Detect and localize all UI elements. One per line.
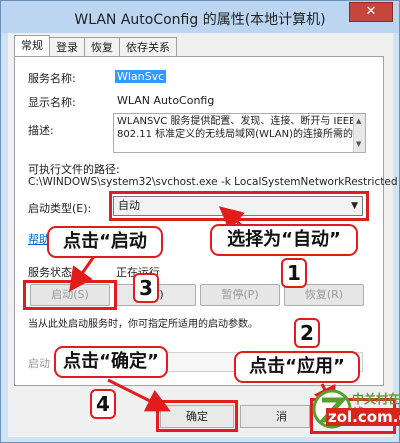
display-name-value: WLAN AutoConfig bbox=[117, 94, 215, 107]
step-number-1: 1 bbox=[281, 258, 307, 288]
start-params-label: 启动 bbox=[28, 357, 50, 370]
tab-dependencies[interactable]: 依存关系 bbox=[119, 37, 177, 57]
startup-type-label: 启动类型(E): bbox=[28, 202, 92, 215]
callout-click-start: 点击“启动 bbox=[47, 226, 163, 258]
exe-path-label: 可执行文件的路径: bbox=[28, 163, 120, 176]
callout-click-ok: 点击“确定” bbox=[54, 346, 168, 378]
ok-button[interactable]: 确定 bbox=[160, 405, 234, 428]
chevron-down-icon[interactable]: ▼ bbox=[351, 197, 358, 215]
callout-select-auto: 选择为“自动” bbox=[210, 224, 358, 256]
description-box[interactable]: WLANSVC 服务提供配置、发现、连接、断开与 IEEE 802.11 标准定… bbox=[113, 113, 366, 153]
title-bar[interactable]: WLAN AutoConfig 的属性(本地计算机) ✕ bbox=[1, 1, 399, 33]
description-label: 描述: bbox=[28, 124, 54, 137]
pause-button[interactable]: 暂停(P) bbox=[200, 284, 280, 306]
tab-recovery[interactable]: 恢复 bbox=[84, 37, 120, 57]
start-button[interactable]: 启动(S) bbox=[30, 284, 110, 306]
scroll-down-icon[interactable]: ▼ bbox=[356, 138, 361, 151]
step-number-4: 4 bbox=[90, 389, 116, 419]
description-scrollbar[interactable]: ▲ ▼ bbox=[353, 114, 365, 152]
tab-general[interactable]: 常规 bbox=[14, 35, 50, 57]
step-number-3: 3 bbox=[133, 273, 159, 303]
startup-type-select[interactable]: 自动 ▼ bbox=[113, 196, 363, 216]
service-status-label: 服务状态: bbox=[28, 266, 76, 279]
cancel-button[interactable]: 消 bbox=[240, 405, 310, 428]
service-name-label: 服务名称: bbox=[28, 72, 76, 85]
exe-path-value: C:\WINDOWS\system32\svchost.exe -k Local… bbox=[28, 176, 398, 188]
description-text: WLANSVC 服务提供配置、发现、连接、断开与 IEEE 802.11 标准定… bbox=[117, 116, 356, 140]
scroll-up-icon[interactable]: ▲ bbox=[356, 115, 361, 128]
tab-logon[interactable]: 登录 bbox=[49, 37, 85, 57]
display-name-label: 显示名称: bbox=[28, 96, 76, 109]
service-name-value[interactable]: WlanSvc bbox=[115, 70, 167, 83]
service-name-text: WlanSvc bbox=[115, 70, 167, 83]
close-button[interactable]: ✕ bbox=[349, 2, 393, 22]
watermark-domain: zol.com.cn bbox=[326, 408, 400, 426]
window-title: WLAN AutoConfig 的属性(本地计算机) bbox=[74, 12, 326, 28]
start-params-note: 当从此处启动服务时，你可指定所适用的启动参数。 bbox=[28, 319, 258, 330]
tab-strip: 常规 登录 恢复 依存关系 bbox=[14, 35, 177, 57]
step-number-2: 2 bbox=[294, 318, 320, 348]
startup-type-value: 自动 bbox=[118, 199, 140, 212]
callout-click-apply: 点击“应用” bbox=[234, 351, 360, 383]
